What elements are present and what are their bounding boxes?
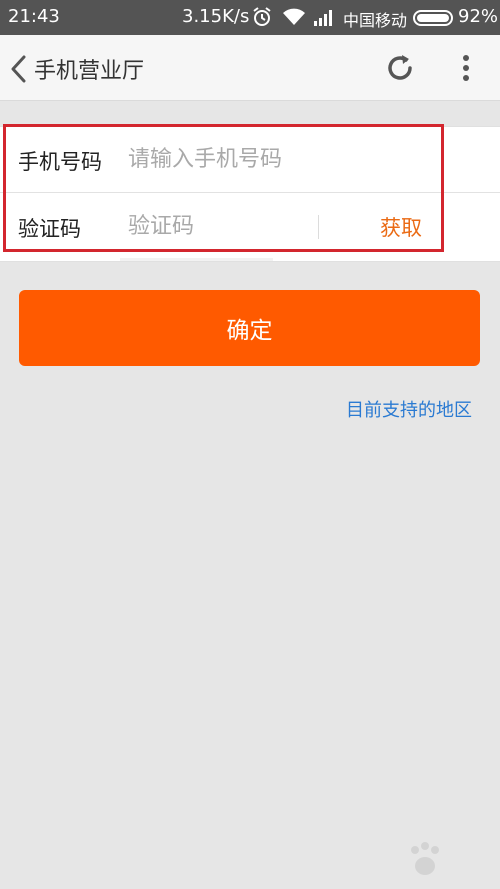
app-header: 手机营业厅 (0, 35, 500, 101)
code-row: 验证码 获取 (0, 194, 500, 260)
divider (318, 215, 319, 239)
more-options-icon[interactable] (456, 52, 476, 84)
back-icon[interactable] (8, 55, 30, 83)
network-speed: 3.15K/s (182, 6, 250, 27)
page-title: 手机营业厅 (34, 59, 145, 84)
battery-icon (413, 10, 453, 26)
watermark-logo (355, 836, 495, 884)
battery-percentage: 92% (458, 6, 499, 27)
get-code-button[interactable]: 获取 (380, 212, 422, 242)
phone-input[interactable] (128, 139, 428, 179)
alarm-icon (252, 7, 272, 32)
wifi-icon (282, 8, 306, 31)
verification-code-input[interactable] (128, 206, 308, 246)
carrier-name: 中国移动 (343, 11, 408, 30)
code-label: 验证码 (18, 217, 81, 241)
phone-row: 手机号码 (0, 127, 500, 193)
status-bar: 21:43 3.15K/s 中国移动 92% (0, 0, 500, 35)
refresh-icon[interactable] (384, 52, 416, 84)
phone-label: 手机号码 (18, 150, 102, 174)
signal-icon (314, 8, 336, 31)
confirm-button[interactable]: 确定 (19, 290, 480, 366)
input-underline (120, 258, 273, 261)
login-form: 手机号码 验证码 获取 (0, 126, 500, 262)
status-time: 21:43 (8, 6, 60, 27)
supported-regions-link[interactable]: 目前支持的地区 (346, 396, 472, 422)
